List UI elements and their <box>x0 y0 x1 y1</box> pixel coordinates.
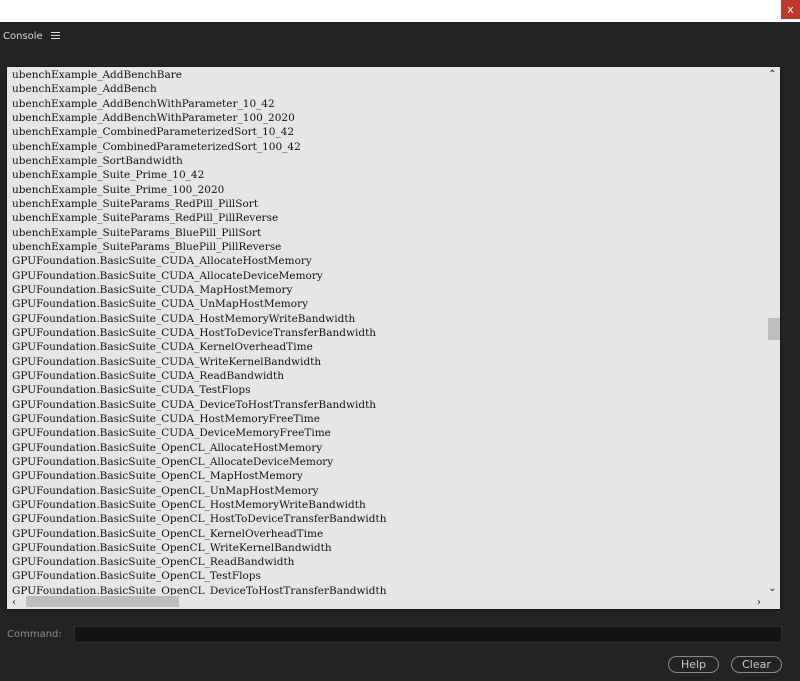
console-line: GPUFoundation.BasicSuite_CUDA_MapHostMem… <box>12 283 293 296</box>
console-line: GPUFoundation.BasicSuite_OpenCL_WriteKer… <box>12 541 332 554</box>
console-line: GPUFoundation.BasicSuite_OpenCL_Allocate… <box>12 441 323 454</box>
console-line: GPUFoundation.BasicSuite_CUDA_TestFlops <box>12 384 251 397</box>
console-line: ubenchExample_AddBenchBare <box>12 69 183 81</box>
console-line: GPUFoundation.BasicSuite_OpenCL_TestFlop… <box>12 570 261 583</box>
console-line: GPUFoundation.BasicSuite_CUDA_DeviceToHo… <box>12 398 377 411</box>
console-line: GPUFoundation.BasicSuite_OpenCL_KernelOv… <box>12 527 324 540</box>
console-line: ubenchExample_Suite_Prime_100_2020 <box>12 183 225 196</box>
hamburger-menu-icon[interactable] <box>50 32 60 40</box>
console-line: ubenchExample_SortBandwidth <box>12 154 183 167</box>
console-line: GPUFoundation.BasicSuite_CUDA_AllocateDe… <box>12 269 323 282</box>
console-content: ubenchExample_AddBenchBare ubenchExample_… <box>7 67 766 597</box>
console-line: GPUFoundation.BasicSuite_CUDA_KernelOver… <box>12 341 313 354</box>
window-titlebar: x <box>0 0 800 22</box>
horizontal-scroll-thumb[interactable] <box>26 596 179 607</box>
console-line: GPUFoundation.BasicSuite_OpenCL_HostToDe… <box>12 513 387 526</box>
console-line: ubenchExample_SuiteParams_BluePill_PillR… <box>12 240 282 253</box>
vertical-scroll-thumb[interactable] <box>768 318 780 340</box>
console-line: GPUFoundation.BasicSuite_CUDA_ReadBandwi… <box>12 369 285 382</box>
console-line: GPUFoundation.BasicSuite_OpenCL_ReadBand… <box>12 556 295 569</box>
console-line: GPUFoundation.BasicSuite_OpenCL_UnMapHos… <box>12 484 319 497</box>
console-line: GPUFoundation.BasicSuite_CUDA_WriteKerne… <box>12 355 322 368</box>
console-line: GPUFoundation.BasicSuite_OpenCL_MapHostM… <box>12 470 303 483</box>
command-input[interactable] <box>74 626 782 643</box>
console-line: ubenchExample_SuiteParams_RedPill_PillRe… <box>12 212 279 225</box>
console-line: GPUFoundation.BasicSuite_OpenCL_Allocate… <box>12 455 334 468</box>
console-line: ubenchExample_CombinedParameterizedSort_… <box>12 140 301 153</box>
scroll-up-icon[interactable]: ⌃ <box>765 67 780 81</box>
console-line: GPUFoundation.BasicSuite_CUDA_HostToDevi… <box>12 326 377 339</box>
console-line: ubenchExample_AddBench <box>12 83 157 96</box>
console-line: ubenchExample_SuiteParams_BluePill_PillS… <box>12 226 262 239</box>
vertical-scrollbar[interactable]: ⌃ ⌄ <box>765 67 780 595</box>
scroll-right-icon[interactable]: › <box>752 595 766 609</box>
console-line: GPUFoundation.BasicSuite_CUDA_HostMemory… <box>12 312 356 325</box>
help-button[interactable]: Help <box>668 656 719 673</box>
console-line: ubenchExample_Suite_Prime_10_42 <box>12 169 205 182</box>
console-line: ubenchExample_SuiteParams_RedPill_PillSo… <box>12 197 259 210</box>
console-line: GPUFoundation.BasicSuite_CUDA_HostMemory… <box>12 412 320 425</box>
horizontal-scrollbar[interactable]: ‹ › <box>7 595 766 609</box>
console-line: GPUFoundation.BasicSuite_CUDA_AllocateHo… <box>12 255 312 268</box>
command-label: Command: <box>7 629 62 640</box>
console-line: GPUFoundation.BasicSuite_OpenCL_HostMemo… <box>12 498 366 511</box>
console-lines: ubenchExample_AddBenchBare ubenchExample_… <box>7 67 766 597</box>
console-line: ubenchExample_CombinedParameterizedSort_… <box>12 126 295 139</box>
scroll-down-icon[interactable]: ⌄ <box>765 581 780 595</box>
clear-button[interactable]: Clear <box>731 656 782 673</box>
console-output[interactable]: ubenchExample_AddBenchBare ubenchExample_… <box>6 66 781 610</box>
console-line: GPUFoundation.BasicSuite_CUDA_DeviceMemo… <box>12 427 331 440</box>
console-line: ubenchExample_AddBenchWithParameter_10_4… <box>12 97 275 110</box>
console-line: ubenchExample_AddBenchWithParameter_100_… <box>12 111 295 124</box>
close-button[interactable]: x <box>781 0 800 19</box>
console-line: GPUFoundation.BasicSuite_CUDA_UnMapHostM… <box>12 298 309 311</box>
panel-header: Console <box>0 26 60 46</box>
panel-title: Console <box>3 30 43 42</box>
scroll-left-icon[interactable]: ‹ <box>7 595 21 609</box>
